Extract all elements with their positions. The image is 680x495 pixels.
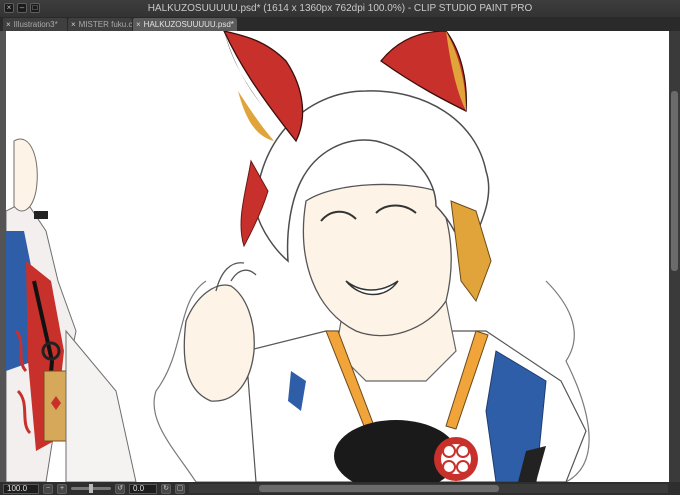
horizontal-scrollbar[interactable] <box>189 484 668 493</box>
maximize-window-button[interactable]: □ <box>30 3 40 13</box>
tab-label: HALKUZOSUUUUU.psd* <box>143 20 234 29</box>
rotate-left-icon[interactable]: ↺ <box>115 483 125 494</box>
drawing-canvas[interactable] <box>6 31 669 482</box>
vertical-scroll-thumb[interactable] <box>671 91 678 271</box>
horizontal-scroll-thumb[interactable] <box>259 485 499 492</box>
vertical-scrollbar[interactable] <box>669 31 680 482</box>
zoom-out-icon[interactable]: − <box>43 483 53 494</box>
close-window-button[interactable]: × <box>4 3 14 13</box>
fit-icon[interactable]: ▢ <box>175 483 185 494</box>
close-tab-icon[interactable]: × <box>71 18 76 31</box>
window-title: HALKUZOSUUUUU.psd* (1614 x 1360px 762dpi… <box>147 3 533 14</box>
artwork <box>6 31 590 482</box>
document-tab-bar: × Illustration3* × MISTER fuku.c × HALKU… <box>0 17 680 31</box>
canvas-area[interactable] <box>0 31 680 482</box>
tab-mister-fuku[interactable]: × MISTER fuku.c <box>68 18 132 31</box>
zoom-field[interactable]: 100.0 <box>3 483 39 494</box>
close-tab-icon[interactable]: × <box>6 18 11 31</box>
close-tab-icon[interactable]: × <box>136 18 141 31</box>
zoom-slider[interactable] <box>71 484 111 493</box>
status-bar: 100.0 − + ↺ 0.0 ↻ ▢ <box>0 482 680 495</box>
ear-left <box>223 31 304 143</box>
window-controls: × – □ <box>4 3 40 13</box>
rotate-right-icon[interactable]: ↻ <box>161 483 171 494</box>
window-titlebar: × – □ HALKUZOSUUUUU.psd* (1614 x 1360px … <box>0 0 680 17</box>
tab-halkuzosuuuuu[interactable]: × HALKUZOSUUUUU.psd* <box>133 18 237 31</box>
rotation-field[interactable]: 0.0 <box>129 483 157 494</box>
reference-character <box>6 138 137 482</box>
zoom-in-icon[interactable]: + <box>57 483 67 494</box>
tab-label: Illustration3* <box>13 20 58 29</box>
tab-label: MISTER fuku.c <box>78 20 132 29</box>
tab-illustration3[interactable]: × Illustration3* <box>3 18 67 31</box>
minimize-window-button[interactable]: – <box>17 3 27 13</box>
flower-ornament <box>434 437 478 481</box>
